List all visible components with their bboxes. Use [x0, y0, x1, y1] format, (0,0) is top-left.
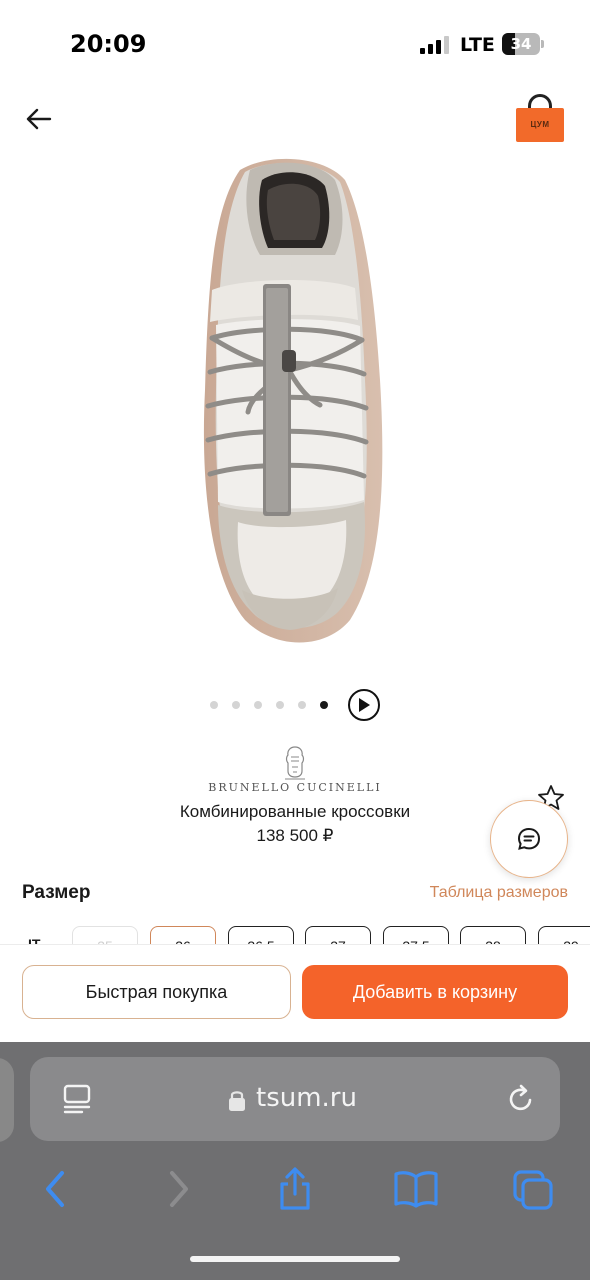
bookmarks-icon	[394, 1171, 438, 1208]
size-section-title: Размер	[22, 882, 91, 903]
battery-icon: 34	[502, 33, 540, 55]
url-text[interactable]: tsum.ru	[256, 1083, 357, 1113]
share-button[interactable]	[274, 1166, 316, 1212]
back-chevron-icon	[46, 1171, 64, 1207]
brand-name[interactable]: BRUNELLO CUCINELLI	[0, 781, 590, 794]
bookmarks-button[interactable]	[392, 1166, 440, 1212]
image-pager	[210, 688, 380, 722]
reload-icon[interactable]	[505, 1083, 537, 1115]
cart-button[interactable]: ЦУМ	[514, 94, 566, 144]
chat-button[interactable]	[490, 800, 568, 878]
cart-logo-text: ЦУМ	[530, 120, 550, 129]
previous-tab-peek[interactable]	[0, 1058, 14, 1142]
size-system-label: IT	[28, 936, 41, 944]
size-option-38[interactable]: 38	[460, 926, 526, 944]
play-video-button[interactable]	[348, 689, 380, 721]
size-option-36[interactable]: 36	[150, 926, 216, 944]
size-selector: IT 35 36 36.5 37 37.5 38 39	[0, 924, 590, 944]
size-option-39[interactable]: 39	[538, 926, 590, 944]
tabs-icon	[513, 1170, 553, 1210]
share-icon	[280, 1167, 310, 1210]
product-image[interactable]	[150, 150, 440, 660]
pager-dot[interactable]	[254, 701, 262, 709]
play-circle-icon	[359, 698, 370, 712]
battery-percent: 34	[510, 35, 532, 53]
lock-icon	[228, 1088, 246, 1112]
brand-crest-logo	[285, 746, 305, 780]
size-option-37[interactable]: 37	[305, 926, 371, 944]
size-option-37-5[interactable]: 37.5	[383, 926, 449, 944]
actions-divider	[0, 944, 590, 945]
pager-dot[interactable]	[276, 701, 284, 709]
status-time: 20:09	[70, 30, 147, 58]
pager-dot[interactable]	[298, 701, 306, 709]
status-bar: 20:09 LTE 34	[0, 0, 590, 90]
forward-chevron-icon	[170, 1171, 188, 1207]
back-button[interactable]	[22, 102, 56, 136]
signal-strength-icon	[420, 36, 450, 54]
size-table-link[interactable]: Таблица размеров	[430, 884, 568, 902]
pager-dot[interactable]	[232, 701, 240, 709]
add-to-cart-button[interactable]: Добавить в корзину	[302, 965, 568, 1019]
browser-forward-button[interactable]	[156, 1166, 198, 1212]
pager-dot[interactable]	[210, 701, 218, 709]
battery-tip	[541, 40, 544, 48]
reader-mode-icon[interactable]	[62, 1083, 92, 1115]
chat-bubble-icon	[517, 827, 541, 850]
browser-back-button[interactable]	[36, 1166, 78, 1212]
quick-buy-button[interactable]: Быстрая покупка	[22, 965, 291, 1019]
size-option-36-5[interactable]: 36.5	[228, 926, 294, 944]
network-type: LTE	[460, 34, 495, 56]
pager-dot-active[interactable]	[320, 701, 328, 709]
home-indicator[interactable]	[190, 1256, 400, 1262]
arrow-left-icon	[26, 108, 52, 130]
tabs-button[interactable]	[512, 1166, 554, 1212]
size-option-35[interactable]: 35	[72, 926, 138, 944]
